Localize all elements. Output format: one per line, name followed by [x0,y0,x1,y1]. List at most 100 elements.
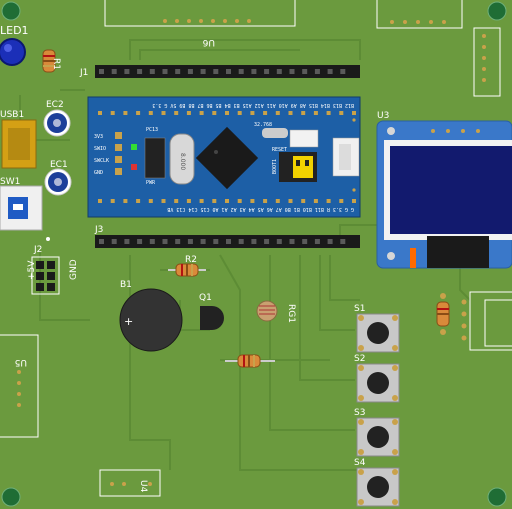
mounting-hole-tr [487,1,507,21]
q1-label: Q1 [199,293,212,303]
j2-label: J2 [33,245,42,255]
pcb-render: U6 LED1 R1 J1 USB1 EC2 EC1 SW1 J2 +5V GN… [0,0,512,509]
s4-label: S4 [354,458,366,468]
header-pin [123,111,128,115]
pcb-board: U6 LED1 R1 J1 USB1 EC2 EC1 SW1 J2 +5V GN… [0,0,512,509]
j1-header: J1 [79,65,360,78]
header-pin [313,111,318,115]
mounting-hole-br [487,487,507,507]
header-pin [263,199,268,203]
swd-3v3-label: 3V3 [94,134,103,140]
r1-label: R1 [51,58,61,70]
header-pin [225,199,229,203]
header-pin [276,239,282,244]
header-pin [212,111,217,115]
header-pin [327,239,333,244]
header-pin [175,239,181,244]
header-pin [174,199,179,203]
boot-label: BOOT1 [272,159,278,174]
led-blue-icon [0,38,26,66]
header-pin [99,69,104,74]
header-pin [111,69,117,74]
header-pin [200,69,206,74]
header-pin [98,111,102,115]
header-pin [149,239,155,244]
header-pin [175,69,181,74]
header-pin [186,111,191,115]
mcu-bottom-pin-row [98,199,356,203]
u6-label: U6 [202,37,215,47]
swd-swclk-label: SWCLK [94,158,109,164]
mcu-top-pin-row [98,111,356,115]
header-pin [199,199,204,203]
header-pin [314,239,320,244]
photoresistor-icon [256,300,278,322]
u4-label: U4 [138,480,148,493]
s2-button[interactable] [367,372,389,394]
header-pin [313,199,318,203]
swd-gnd-label: GND [94,170,103,176]
header-pin [162,69,168,74]
j2-gnd-label: GND [69,259,79,280]
s4-button[interactable] [367,476,389,498]
s1-button[interactable] [367,322,389,344]
header-pin [161,111,166,115]
header-pin [136,111,141,115]
header-pin [250,111,255,115]
header-pin [289,239,295,244]
header-pin [326,111,331,115]
header-pin [162,239,168,244]
header-pin [288,111,293,115]
header-pin [213,69,219,74]
header-pin [149,69,155,74]
u3-label: U3 [377,111,389,121]
header-pin [251,239,257,244]
header-pin [250,199,255,203]
oled-display: U3 [376,111,512,269]
header-pin [213,239,219,244]
mcu-board: B12 B13 B14 B15 A8 A9 A10 A11 A12 A15 B3… [87,96,361,218]
header-pin [275,111,280,115]
svg-text:+: + [124,315,133,328]
s3-label: S3 [354,408,365,418]
header-pin [98,199,102,203]
j3-label: J3 [94,225,103,235]
header-pin [237,111,242,115]
s1-label: S1 [354,304,365,314]
reset-button[interactable] [289,129,319,148]
header-pin [137,239,143,244]
pc13-label: PC13 [146,127,158,133]
header-pin [174,111,179,115]
header-pin [237,199,242,203]
header-pin [186,199,191,203]
header-pin [136,199,141,203]
header-pin [339,199,344,203]
header-pin [225,111,229,115]
led1-label: LED1 [0,24,29,37]
header-pin [288,199,293,203]
header-pin [99,239,104,244]
header-pin [187,239,193,244]
header-pin [148,111,153,115]
header-pin [301,111,306,115]
header-pin [123,199,128,203]
header-pin [238,239,244,244]
header-pin [302,239,308,244]
b1-label: B1 [120,280,132,290]
header-pin [137,69,143,74]
header-pin [226,69,231,74]
mounting-hole-bl [1,487,21,507]
header-pin [327,69,333,74]
header-pin [302,69,308,74]
header-pin [212,199,217,203]
header-pin [110,111,115,115]
header-pin [352,111,356,115]
s2-label: S2 [354,354,365,364]
header-pin [251,69,257,74]
transistor-icon [200,306,224,330]
status-led-green-icon [131,144,137,150]
mounting-hole-tl [1,1,21,21]
header-pin [111,239,117,244]
s3-button[interactable] [367,426,389,448]
header-pin [199,111,204,115]
